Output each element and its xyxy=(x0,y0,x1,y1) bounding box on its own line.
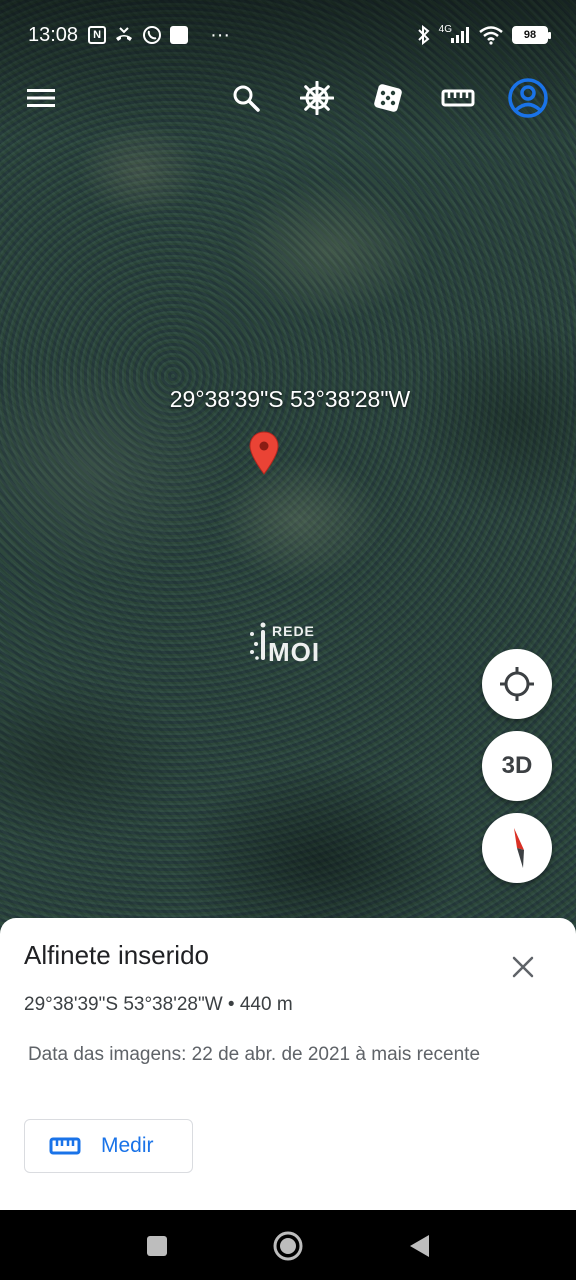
system-nav-bar xyxy=(0,1210,576,1280)
compass-button[interactable] xyxy=(482,813,552,883)
watermark-logo-icon xyxy=(250,622,266,660)
wifi-icon xyxy=(479,26,503,45)
more-dots-icon: ··· xyxy=(210,23,231,46)
3d-toggle-button[interactable]: 3D xyxy=(482,731,552,801)
compass-icon xyxy=(514,828,524,868)
sheet-title: Alfinete inserido xyxy=(24,940,209,970)
pin-coordinates-label: 29°38'39"S 53°38'28"W xyxy=(169,386,411,412)
measure-button[interactable]: Medir xyxy=(24,1119,193,1173)
search-icon xyxy=(233,85,260,112)
pin-info-sheet: Alfinete inserido 29°38'39"S 53°38'28"W … xyxy=(0,918,576,1210)
back-triangle-icon xyxy=(410,1235,429,1257)
ruler-icon xyxy=(441,89,475,107)
notification-square-icon xyxy=(170,26,189,44)
battery-icon: 98 xyxy=(512,26,551,44)
missed-call-icon xyxy=(116,27,133,41)
home-button[interactable] xyxy=(270,1228,306,1264)
satellite-map[interactable] xyxy=(0,0,576,940)
status-icons-right: 4G 98 xyxy=(417,23,551,45)
account-icon xyxy=(508,78,548,118)
voyager-helm-icon xyxy=(300,81,334,115)
recents-button[interactable] xyxy=(139,1228,175,1264)
imagery-date-text: Data das imagens: 22 de abr. de 2021 à m… xyxy=(27,1044,481,1065)
bluetooth-icon xyxy=(417,25,430,45)
home-circle-icon xyxy=(273,1231,303,1261)
menu-button[interactable] xyxy=(17,74,65,122)
account-button[interactable] xyxy=(504,74,552,122)
watermark-bottom-text: MOI xyxy=(268,637,321,667)
ruler-icon xyxy=(49,1137,81,1155)
measure-button-label: Medir xyxy=(101,1134,154,1157)
menu-icon xyxy=(27,89,55,107)
close-icon xyxy=(512,956,534,978)
map-pin-icon[interactable] xyxy=(248,430,280,476)
voyager-button[interactable] xyxy=(293,74,341,122)
recents-square-icon xyxy=(147,1236,167,1256)
dice-icon xyxy=(374,84,402,112)
search-button[interactable] xyxy=(222,74,270,122)
my-location-icon xyxy=(500,667,534,701)
signal-network-label: 4G xyxy=(438,23,452,35)
status-time: 13:08 xyxy=(28,23,79,46)
back-button[interactable] xyxy=(401,1228,437,1264)
sheet-coordinates: 29°38'39"S 53°38'28"W • 440 m xyxy=(24,994,293,1015)
close-sheet-button[interactable] xyxy=(502,946,544,988)
top-toolbar xyxy=(0,70,576,126)
status-icons-left: N ··· xyxy=(88,24,230,47)
rede-moi-watermark: REDE MOI xyxy=(248,616,338,667)
feeling-lucky-button[interactable] xyxy=(364,74,412,122)
nfc-icon: N xyxy=(88,26,107,44)
status-bar: 13:08 N ··· 4G 98 xyxy=(0,0,576,70)
measure-tool-button[interactable] xyxy=(434,74,482,122)
signal-4g-icon xyxy=(451,27,469,43)
whatsapp-icon xyxy=(143,26,162,44)
my-location-button[interactable] xyxy=(482,649,552,719)
